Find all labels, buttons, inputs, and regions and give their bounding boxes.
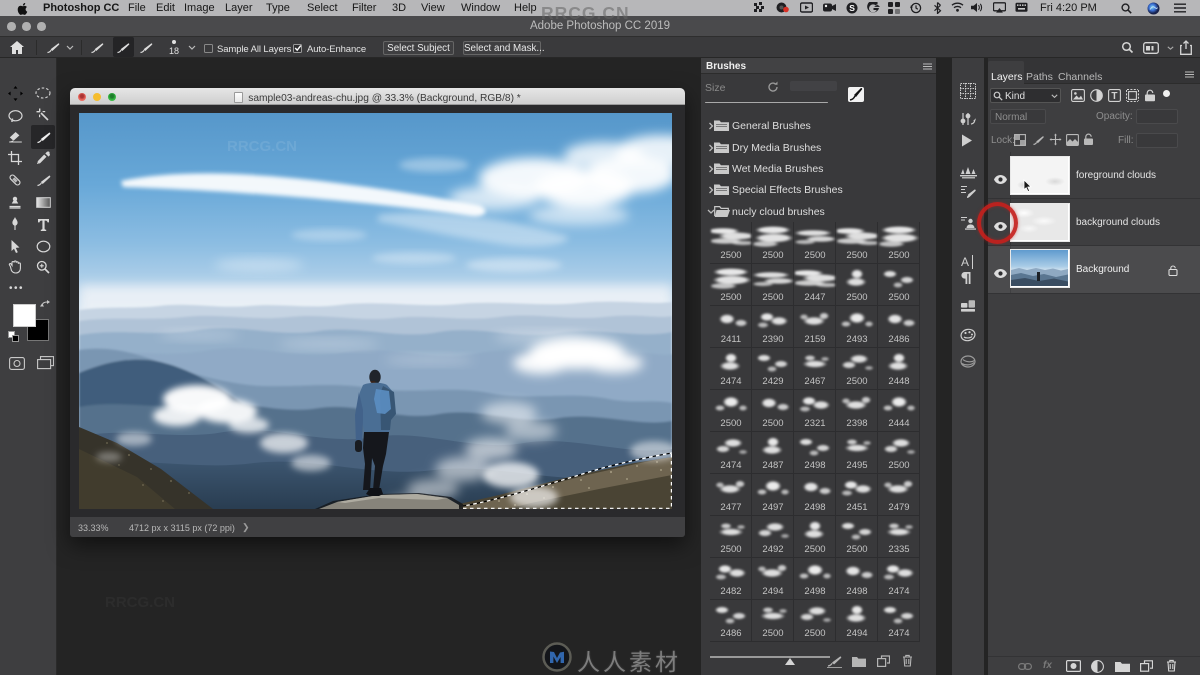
svg-text:RRCG.CN: RRCG.CN bbox=[227, 138, 297, 155]
svg-text:T: T bbox=[1111, 91, 1117, 102]
svg-text:S: S bbox=[849, 3, 855, 13]
svg-text:A: A bbox=[961, 255, 969, 269]
